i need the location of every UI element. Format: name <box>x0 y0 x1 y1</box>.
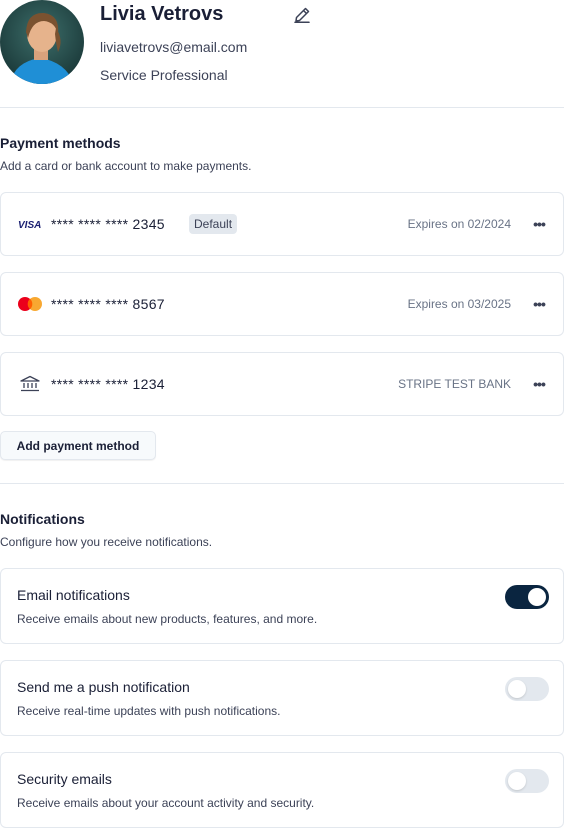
payment-method-bank[interactable]: **** **** **** 1234 STRIPE TEST BANK ••• <box>0 352 564 416</box>
pencil-icon <box>294 7 310 23</box>
profile-name: Livia Vetrovs <box>100 3 224 25</box>
bank-icon <box>17 375 43 393</box>
setting-description: Receive real-time updates with push noti… <box>17 704 281 718</box>
more-options-button[interactable]: ••• <box>527 214 551 234</box>
account-number: **** **** **** 1234 <box>51 376 165 392</box>
visa-icon: VISA <box>17 215 43 233</box>
setting-description: Receive emails about new products, featu… <box>17 612 318 626</box>
default-badge: Default <box>189 214 238 234</box>
card-number: **** **** **** 8567 <box>51 296 165 312</box>
bank-name: STRIPE TEST BANK <box>398 377 511 391</box>
setting-title: Security emails <box>17 771 112 787</box>
payment-methods-description: Add a card or bank account to make payme… <box>0 159 252 173</box>
security-emails-setting: Security emails Receive emails about you… <box>0 752 564 828</box>
ellipsis-icon: ••• <box>533 376 546 392</box>
email-notifications-toggle[interactable] <box>505 585 549 609</box>
payment-methods-title: Payment methods <box>0 135 121 151</box>
toggle-knob <box>528 588 546 606</box>
more-options-button[interactable]: ••• <box>527 294 551 314</box>
ellipsis-icon: ••• <box>533 296 546 312</box>
payment-method-visa[interactable]: VISA **** **** **** 2345 Default Expires… <box>0 192 564 256</box>
push-notification-toggle[interactable] <box>505 677 549 701</box>
profile-header: Livia Vetrovs liviavetrovs@email.com Ser… <box>0 0 564 108</box>
setting-description: Receive emails about your account activi… <box>17 796 315 810</box>
divider <box>0 483 564 484</box>
email-notifications-setting: Email notifications Receive emails about… <box>0 568 564 644</box>
ellipsis-icon: ••• <box>533 216 546 232</box>
toggle-knob <box>508 772 526 790</box>
toggle-knob <box>508 680 526 698</box>
profile-email: liviavetrovs@email.com <box>100 39 248 55</box>
more-options-button[interactable]: ••• <box>527 374 551 394</box>
edit-profile-button[interactable] <box>291 4 313 26</box>
setting-title: Email notifications <box>17 587 130 603</box>
divider <box>0 107 564 108</box>
avatar <box>0 0 84 84</box>
card-expiry: Expires on 02/2024 <box>407 217 511 231</box>
payment-method-mastercard[interactable]: **** **** **** 8567 Expires on 03/2025 •… <box>0 272 564 336</box>
setting-title: Send me a push notification <box>17 679 190 695</box>
notifications-description: Configure how you receive notifications. <box>0 535 213 549</box>
card-number: **** **** **** 2345 <box>51 216 165 232</box>
security-emails-toggle[interactable] <box>505 769 549 793</box>
mastercard-icon <box>17 295 43 313</box>
notifications-title: Notifications <box>0 511 85 527</box>
svg-text:VISA: VISA <box>18 220 41 229</box>
add-payment-method-button[interactable]: Add payment method <box>0 431 156 460</box>
profile-role: Service Professional <box>100 67 228 83</box>
push-notification-setting: Send me a push notification Receive real… <box>0 660 564 736</box>
card-expiry: Expires on 03/2025 <box>407 297 511 311</box>
